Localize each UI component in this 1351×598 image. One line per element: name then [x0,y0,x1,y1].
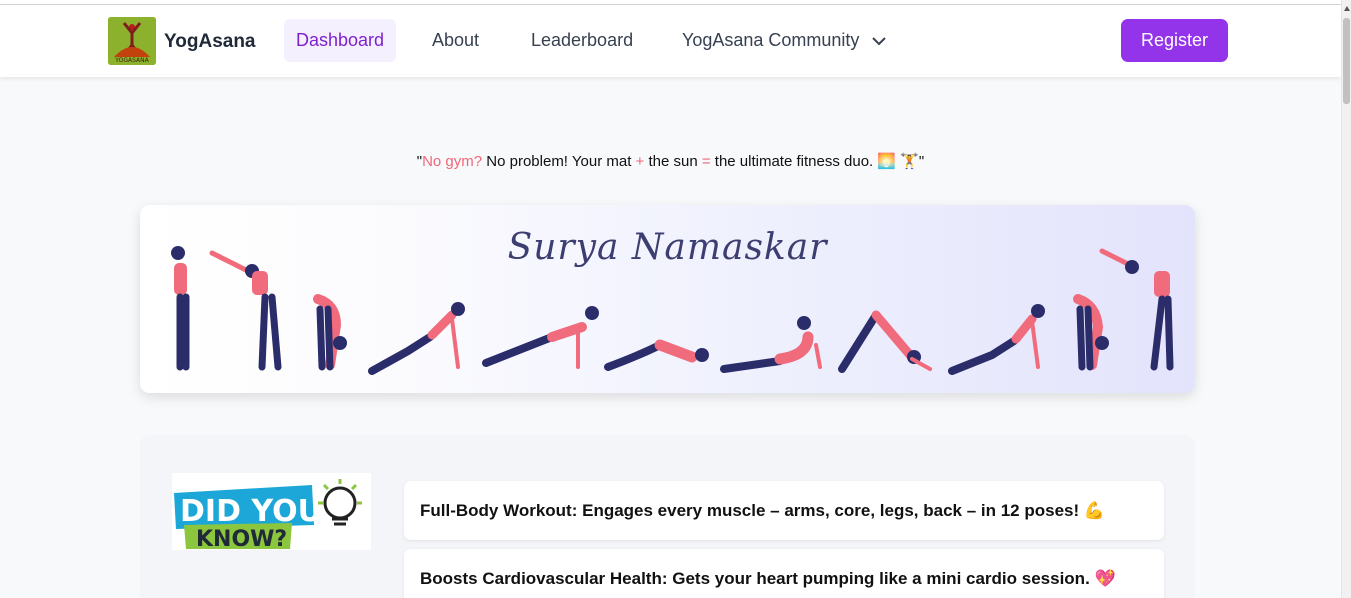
logo-image: YOGASANA [108,17,156,65]
pose-figure-6 [604,339,709,371]
pose-figure-11 [1099,248,1174,371]
pose-figure-1 [171,246,190,371]
did-you-know-image: DID YOU KNOW? [172,473,371,552]
pose-figure-9 [948,304,1045,375]
nav-community-dropdown[interactable]: YogAsana Community [670,19,898,62]
pose-figure-4 [368,302,465,375]
did-you-text: DID YOU [180,494,322,529]
navbar: YOGASANA YogAsana Dashboard About Leader… [0,5,1341,77]
know-text: KNOW? [196,527,287,550]
quote-part2: the sun [644,153,702,170]
nav-leaderboard[interactable]: Leaderboard [519,19,645,62]
nav-leaderboard-label: Leaderboard [531,30,634,50]
quote-equals: = [701,153,711,170]
nav-about[interactable]: About [420,19,491,62]
register-button[interactable]: Register [1121,19,1228,62]
fact-text: Boosts Cardiovascular Health: Gets your … [420,569,1116,588]
nav-dashboard-label: Dashboard [296,30,385,50]
quote-plus: + [635,153,645,170]
brand-name[interactable]: YogAsana [164,31,256,53]
pose-figure-7 [720,316,822,373]
scroll-up-arrow-icon[interactable] [1344,6,1350,11]
logo-text: YOGASANA [114,57,149,64]
scroll-thumb[interactable] [1343,18,1350,104]
logo[interactable]: YOGASANA [108,17,156,65]
lightbulb-icon: DID YOU KNOW? [174,479,362,552]
quote-emoji: 🌅 🏋 [877,153,919,170]
surya-namaskar-banner: Surya Namaskar [140,205,1195,393]
nav-dashboard[interactable]: Dashboard [284,19,397,62]
pose-figure-8 [838,310,932,373]
pose-figure-5 [482,306,599,369]
fact-text: Full-Body Workout: Engages every muscle … [420,501,1106,520]
fact-card[interactable]: Boosts Cardiovascular Health: Gets your … [404,549,1164,598]
quote-close: " [918,153,925,170]
quote-part3: the ultimate fitness duo. [710,153,878,170]
motivational-quote: "No gym? No problem! Your mat + the sun … [0,152,1341,170]
yoga-poses-illustration [171,246,1174,375]
quote-part1: No problem! Your mat [482,153,636,170]
nav-community-label: YogAsana Community [682,30,860,50]
nav-about-label: About [432,30,480,50]
fact-card[interactable]: Full-Body Workout: Engages every muscle … [404,481,1164,540]
pose-figure-3 [313,294,347,371]
pose-figure-2 [209,250,282,371]
chevron-down-icon [872,37,887,46]
scrollbar[interactable] [1341,0,1351,598]
quote-highlight: No gym? [422,153,483,170]
pose-figure-10 [1073,294,1109,371]
